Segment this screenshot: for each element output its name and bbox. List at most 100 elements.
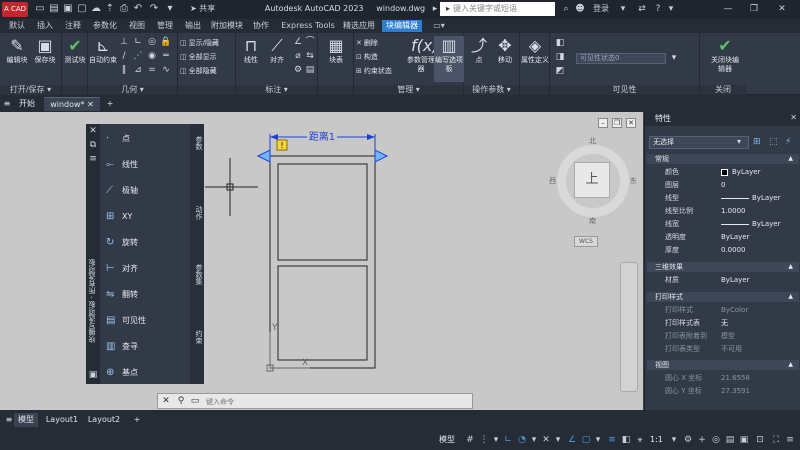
save-icon[interactable]: ▣ xyxy=(62,3,74,15)
constraint-settings-icon[interactable]: ⚙ xyxy=(292,65,304,76)
prop-row-plot-style[interactable]: 打印样式 ByColor xyxy=(647,304,799,317)
cmd-recent-icon[interactable]: ▭ xyxy=(190,396,200,406)
prop-row-plot-table[interactable]: 打印样式表 无 xyxy=(647,317,799,330)
hardware-accel-icon[interactable]: ▤ xyxy=(724,434,736,446)
object-snap-tracking-icon[interactable]: ∠ xyxy=(566,434,578,446)
prop-row-color[interactable]: 颜色 ByLayer xyxy=(647,166,799,179)
compass-west[interactable]: 西 xyxy=(549,176,556,186)
compass-north[interactable]: 北 xyxy=(589,136,596,146)
prop-row-layer[interactable]: 图层 0 xyxy=(647,179,799,192)
close-window-icon[interactable]: ✕ xyxy=(770,2,794,16)
show-all-button[interactable]: ◫ 全部显示 xyxy=(180,52,217,63)
lineweight-icon[interactable]: ≡ xyxy=(606,434,618,446)
customize-menu-icon[interactable]: ≡ xyxy=(784,434,796,446)
object-snap-icon[interactable]: ▢ xyxy=(580,434,592,446)
prop-row-thickness[interactable]: 厚度 0.0000 xyxy=(647,244,799,257)
parallel-icon[interactable]: ∕ xyxy=(118,51,130,62)
snap-dropdown-icon[interactable]: ▾ xyxy=(490,434,502,446)
transparency-icon[interactable]: ◧ xyxy=(620,434,632,446)
search-arrow-icon[interactable]: ▸ xyxy=(430,2,440,16)
new-file-icon[interactable]: ▭ xyxy=(34,3,46,15)
compass-south[interactable]: 南 xyxy=(589,216,596,226)
panel-title-dimensional[interactable]: 标注 ▾ xyxy=(236,85,317,95)
open-folder-icon[interactable]: ▤ xyxy=(48,3,60,15)
more-tools-icon[interactable]: ▾ xyxy=(164,3,176,15)
upload-icon[interactable]: ⇡ xyxy=(104,3,116,15)
cart-icon[interactable]: ⇄ xyxy=(636,2,648,16)
viewcube-top-face[interactable]: 上 xyxy=(574,162,610,198)
grip-right[interactable] xyxy=(374,149,389,163)
minimize-icon[interactable]: — xyxy=(716,2,740,16)
move-action-button[interactable]: ✥ 移动 xyxy=(490,36,520,82)
param-manager-button[interactable]: f(x) 参数管理器 xyxy=(406,36,439,82)
make-invisible-icon[interactable]: ◩ xyxy=(554,66,566,77)
tab-insert[interactable]: 插入 xyxy=(34,20,56,32)
collinear-icon[interactable]: ⋰ xyxy=(132,51,144,62)
annotation-visibility-icon[interactable]: ⚹ xyxy=(634,434,646,446)
maximize-icon[interactable]: ❐ xyxy=(742,2,766,16)
tangent-icon[interactable]: ◎ xyxy=(146,37,158,48)
cmd-settings-icon[interactable]: ⚲ xyxy=(176,396,186,406)
annotation-scale[interactable]: 1:1 xyxy=(650,433,668,447)
constraint-bar-icon[interactable]: ▤ xyxy=(304,65,316,76)
aligned-button[interactable]: ⟋ 对齐 xyxy=(262,36,292,82)
hide-all-button[interactable]: ◫ 全部隐藏 xyxy=(180,66,217,77)
diameter-icon[interactable]: ⌀ xyxy=(292,51,304,62)
prop-row-lineweight[interactable]: 线宽 ByLayer xyxy=(647,218,799,231)
combo-arrow-icon[interactable]: ▾ xyxy=(668,53,680,64)
wcs-menu[interactable]: WCS xyxy=(574,236,598,247)
cloud-icon[interactable]: ☁ xyxy=(90,3,102,15)
tab-block-editor[interactable]: 块编辑器 xyxy=(382,20,422,32)
quick-select-icon[interactable]: ⚡ xyxy=(785,137,791,147)
section-3d-effects[interactable]: 三维效果 ▲ xyxy=(647,262,799,272)
tab-layout1[interactable]: Layout1 xyxy=(44,413,80,427)
grip-left[interactable] xyxy=(256,149,271,163)
properties-close-icon[interactable]: ✕ xyxy=(790,113,797,122)
tab-collaborate[interactable]: 协作 xyxy=(250,20,272,32)
auto-constrain-button[interactable]: ⊾ 自动约束 xyxy=(88,36,118,82)
symmetric-icon[interactable]: ⊿ xyxy=(132,65,144,76)
block-table-button[interactable]: ▦ 块表 xyxy=(321,36,351,82)
equal-icon[interactable]: = xyxy=(146,65,158,76)
app-logo[interactable]: A CAD xyxy=(2,2,28,17)
search-input[interactable]: 键入关键字或短语 xyxy=(440,2,555,16)
tab-parametric[interactable]: 参数化 xyxy=(90,20,120,32)
isodraft-icon[interactable]: ✕ xyxy=(540,434,552,446)
layout-menu-icon[interactable]: ≡ xyxy=(4,413,14,427)
polar-dropdown-icon[interactable]: ▾ xyxy=(528,434,540,446)
tab-window-dwg[interactable]: window* ✕ xyxy=(44,97,100,111)
visibility-mode-icon[interactable]: ◧ xyxy=(554,38,566,49)
attribute-def-button[interactable]: ◈ 属性定义 xyxy=(520,36,550,82)
perpendicular-icon[interactable]: ⊥ xyxy=(118,37,130,48)
tab-annotate[interactable]: 注释 xyxy=(62,20,84,32)
smooth-icon[interactable]: ∿ xyxy=(160,65,172,76)
prop-row-ltscale[interactable]: 线型比例 1.0000 xyxy=(647,205,799,218)
model-space-button[interactable]: 模型 xyxy=(436,433,458,447)
workspace-icon[interactable]: ⊡ xyxy=(754,434,766,446)
fullscreen-icon[interactable]: ⛶ xyxy=(770,434,782,446)
undo-icon[interactable]: ↶ xyxy=(132,3,144,15)
horizontal-icon[interactable]: ═ xyxy=(160,51,172,62)
ribbon-options-icon[interactable]: ▭▾ xyxy=(430,20,448,32)
section-plot-style[interactable]: 打印样式 ▲ xyxy=(647,292,799,302)
show-hide-button[interactable]: ◫ 显示/隐藏 xyxy=(180,38,219,49)
add-layout-button[interactable]: + xyxy=(130,413,144,427)
tab-start[interactable]: 开始 xyxy=(14,97,40,111)
panel-title-action-params[interactable]: 操作参数 ▾ xyxy=(464,85,519,95)
authoring-palettes-button[interactable]: ▥ 编写选项板 xyxy=(434,36,464,82)
select-objects-icon[interactable]: ⬚ xyxy=(769,137,778,147)
close-block-editor-button[interactable]: ✔ 关闭块编辑器 xyxy=(708,36,742,82)
section-general[interactable]: 常规 ▲ xyxy=(647,154,799,164)
new-tab-button[interactable]: + xyxy=(104,97,116,111)
polar-tracking-icon[interactable]: ◔ xyxy=(516,434,528,446)
delete-button[interactable]: ✕ 删除 xyxy=(356,38,378,49)
tab-view[interactable]: 视图 xyxy=(126,20,148,32)
coincident-icon[interactable]: ∟ xyxy=(132,37,144,48)
lock-constraint-icon[interactable]: 🔒 xyxy=(160,37,172,48)
save-block-button[interactable]: ▣ 保存块 xyxy=(30,36,60,82)
radial-icon[interactable]: ⌒ xyxy=(304,37,316,48)
settings-gear-icon[interactable]: ⚙ xyxy=(682,434,694,446)
panel-title-geometry[interactable]: 几何 ▾ xyxy=(88,85,177,95)
prop-row-material[interactable]: 材质 ByLayer xyxy=(647,274,799,287)
section-view[interactable]: 视图 ▲ xyxy=(647,360,799,370)
